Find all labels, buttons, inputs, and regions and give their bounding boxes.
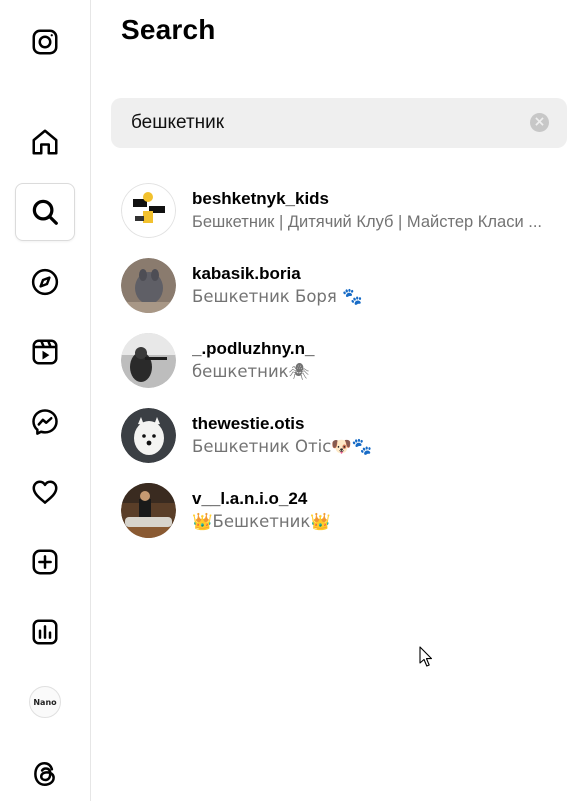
- instagram-logo-icon[interactable]: [15, 13, 75, 71]
- threads-icon[interactable]: [15, 745, 75, 803]
- result-subtitle: Бешкетник Боря 🐾: [192, 287, 363, 306]
- panel-title: Search: [121, 14, 216, 45]
- home-icon[interactable]: [15, 113, 75, 171]
- search-box[interactable]: ×: [111, 98, 567, 148]
- search-input[interactable]: [131, 98, 521, 148]
- bar-chart-icon[interactable]: [15, 603, 75, 661]
- result-subtitle: бешкетник🕷: [192, 362, 310, 381]
- mouse-cursor-icon: [419, 646, 433, 667]
- plus-square-icon[interactable]: [15, 533, 75, 591]
- result-subtitle: Бешкетник Отіс🐶🐾: [192, 437, 373, 456]
- messenger-icon[interactable]: [15, 393, 75, 451]
- avatar: [121, 333, 176, 388]
- profile-avatar[interactable]: Nano: [15, 673, 75, 731]
- search-result-item[interactable]: thewestie.otis Бешкетник Отіс🐶🐾: [121, 398, 571, 473]
- avatar: [121, 483, 176, 538]
- result-username: beshketnyk_kids: [192, 189, 330, 208]
- heart-icon[interactable]: [15, 463, 75, 521]
- result-subtitle: Бешкетник | Дитячий Клуб | Майстер Класи…: [192, 213, 543, 231]
- left-nav-rail: Nano: [0, 0, 91, 801]
- search-panel: Search × beshketnyk_kids Бешкетник | Дит…: [91, 0, 587, 801]
- search-results-list: beshketnyk_kids Бешкетник | Дитячий Клуб…: [121, 173, 571, 548]
- clear-icon[interactable]: ×: [530, 113, 549, 132]
- avatar: [121, 408, 176, 463]
- result-username: kabasik.boria: [192, 264, 301, 283]
- avatar: [121, 258, 176, 313]
- compass-icon[interactable]: [15, 253, 75, 311]
- search-result-item[interactable]: beshketnyk_kids Бешкетник | Дитячий Клуб…: [121, 173, 571, 248]
- search-result-item[interactable]: v__l.a.n.i.o_24 👑Бешкетник👑: [121, 473, 571, 548]
- result-username: thewestie.otis: [192, 414, 305, 433]
- search-icon[interactable]: [15, 183, 75, 241]
- search-result-item[interactable]: kabasik.boria Бешкетник Боря 🐾: [121, 248, 571, 323]
- reels-icon[interactable]: [15, 323, 75, 381]
- result-username: v__l.a.n.i.o_24: [192, 489, 308, 508]
- avatar: [121, 183, 176, 238]
- result-subtitle: 👑Бешкетник👑: [192, 512, 331, 531]
- nano-avatar: Nano: [29, 686, 61, 718]
- search-result-item[interactable]: _.podluzhny.n_ бешкетник🕷: [121, 323, 571, 398]
- result-username: _.podluzhny.n_: [192, 339, 315, 358]
